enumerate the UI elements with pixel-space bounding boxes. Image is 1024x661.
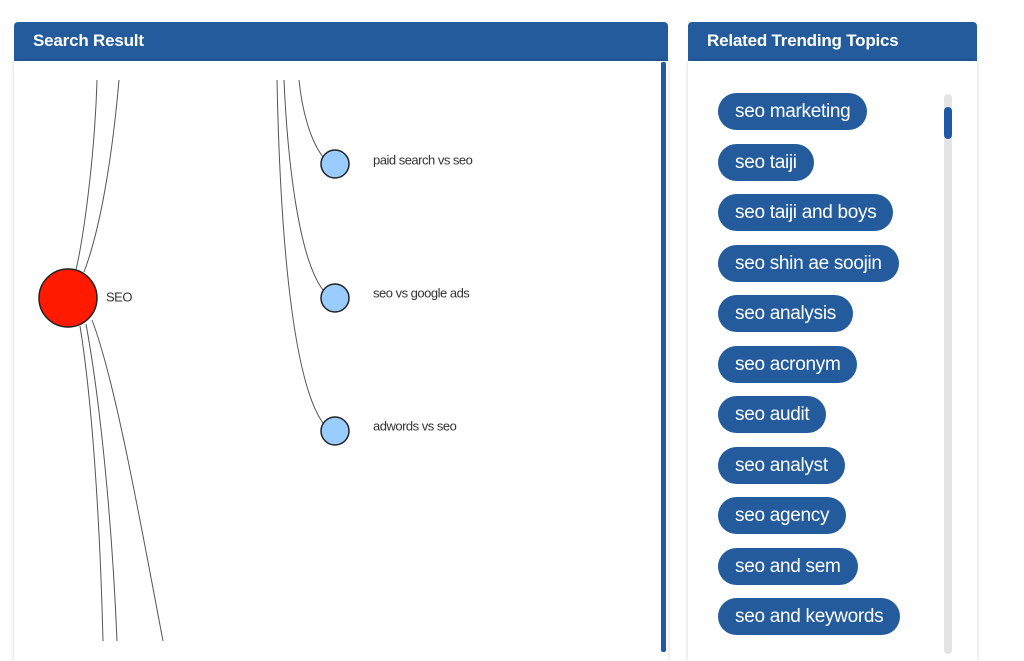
topic-chip[interactable]: seo acronym bbox=[718, 345, 858, 383]
related-topics-list: seo marketing seo taiji seo taiji and bo… bbox=[718, 93, 933, 649]
related-topics-title: Related Trending Topics bbox=[707, 31, 899, 50]
search-result-header: Search Result bbox=[14, 22, 668, 61]
topic-chip[interactable]: seo and keywords bbox=[718, 598, 901, 635]
topic-chip[interactable]: seo agency bbox=[718, 497, 847, 534]
related-topics-scrollbar-track[interactable] bbox=[944, 94, 952, 654]
graph-node-root-label: SEO bbox=[106, 289, 132, 304]
topic-chip[interactable]: seo taiji and boys bbox=[718, 194, 894, 231]
search-result-title: Search Result bbox=[33, 31, 144, 50]
related-topics-scrollbar-thumb[interactable] bbox=[944, 107, 952, 139]
graph-node-child-label: paid search vs seo bbox=[373, 152, 473, 167]
topic-chip[interactable]: seo marketing bbox=[718, 93, 868, 130]
topic-chip[interactable]: seo and sem bbox=[718, 547, 858, 585]
topic-chip[interactable]: seo shin ae soojin bbox=[718, 244, 899, 282]
related-topics-header: Related Trending Topics bbox=[688, 22, 977, 61]
graph-node-child-label: seo vs google ads bbox=[373, 285, 470, 300]
graph-node-child-label: adwords vs seo bbox=[373, 418, 457, 433]
topic-chip[interactable]: seo taiji bbox=[718, 143, 814, 181]
search-result-scrollbar[interactable] bbox=[661, 62, 666, 652]
topic-chip[interactable]: seo audit bbox=[718, 396, 827, 433]
topic-chip[interactable]: seo analysis bbox=[718, 295, 853, 332]
topic-chip[interactable]: seo analyst bbox=[718, 446, 845, 484]
